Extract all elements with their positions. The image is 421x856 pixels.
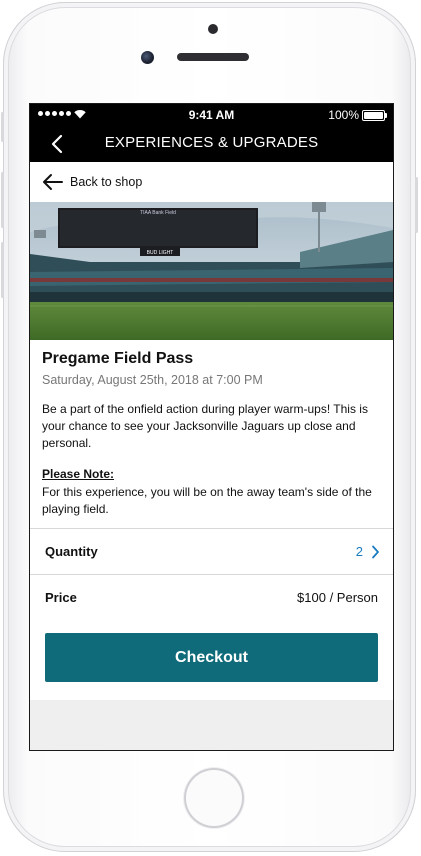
silent-switch (1, 112, 4, 142)
quantity-label: Quantity (45, 544, 98, 559)
home-button[interactable] (184, 768, 244, 828)
event-title: Pregame Field Pass (42, 350, 194, 367)
quantity-row[interactable]: Quantity 2 (30, 528, 393, 575)
note-label: Please Note: (42, 467, 115, 481)
proximity-sensor (208, 24, 218, 34)
price-row: Price $100 / Person (30, 574, 393, 622)
banner-label: BUD LIGHT (147, 250, 174, 256)
front-camera (141, 51, 154, 64)
back-to-shop-link[interactable]: Back to shop (42, 171, 142, 193)
nav-title: EXPERIENCES & UPGRADES (104, 134, 319, 151)
status-bar: 9:41 AM 100% (30, 104, 393, 126)
battery-icon (362, 110, 387, 121)
scoreboard-label: TIAA Bank Field (140, 210, 176, 216)
price-value: $100 / Person (297, 590, 378, 605)
power-button (415, 177, 418, 233)
battery-percentage: 100% (328, 108, 359, 122)
stadium-hero-image: TIAA Bank Field BUD LIGHT (30, 202, 393, 340)
note-text: For this experience, you will be on the … (42, 485, 372, 516)
volume-down-button (1, 242, 4, 298)
price-label: Price (45, 590, 77, 605)
navigation-bar: EXPERIENCES & UPGRADES (30, 126, 393, 162)
screen: 9:41 AM 100% EXPERIENCES & UPGRADES Back… (29, 103, 394, 751)
event-datetime: Saturday, August 25th, 2018 at 7:00 PM (42, 373, 263, 387)
volume-up-button (1, 172, 4, 228)
event-description: Be a part of the onfield action during p… (42, 402, 368, 450)
earpiece-speaker (177, 53, 249, 61)
arrow-left-icon (43, 174, 63, 190)
main-content: Back to shop TIAA Bank Field BUD LIGHT P… (30, 162, 393, 750)
back-to-shop-label: Back to shop (70, 175, 143, 189)
footer-area (30, 700, 393, 750)
checkout-area: Checkout (30, 621, 393, 700)
chevron-right-icon (372, 545, 379, 559)
checkout-button[interactable]: Checkout (45, 633, 378, 682)
quantity-value: 2 (355, 544, 363, 559)
